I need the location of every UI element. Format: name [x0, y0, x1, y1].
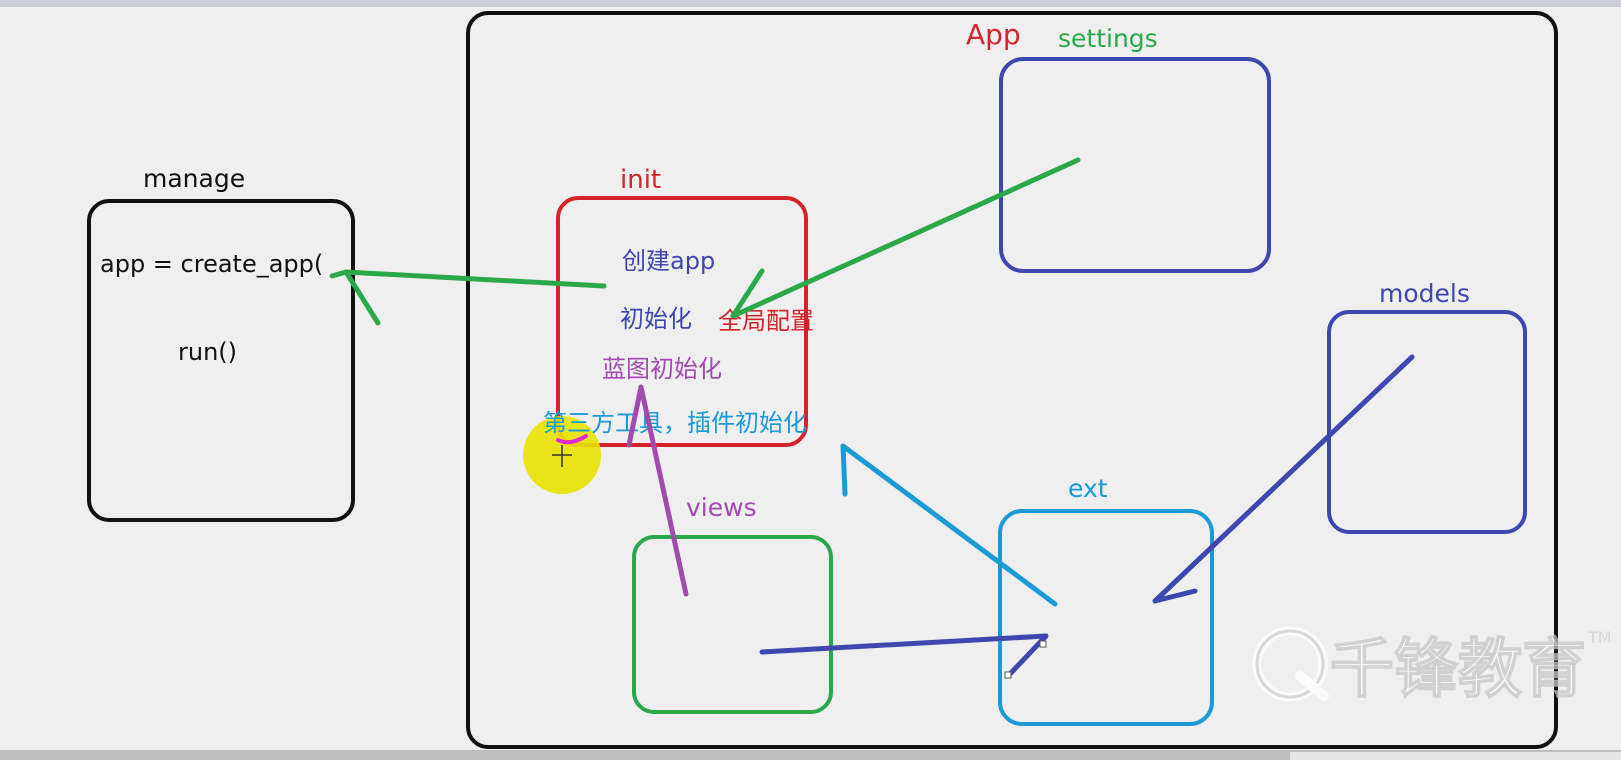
views-label: views — [686, 493, 757, 522]
views-box — [632, 535, 833, 714]
arrow-init-to-manage-head — [329, 269, 349, 279]
arrow-models-to-ext — [1152, 354, 1415, 604]
init-global-config-text: 全局配置 — [718, 307, 814, 335]
manage-create-app-line: app = create_app( — [100, 250, 323, 278]
init-third-party-text: 第三方工具，插件初始化 — [543, 409, 807, 437]
watermark-text: 千锋教育 — [1330, 633, 1586, 707]
diagram-canvas: App settings manage app = create_app( ru… — [87, 11, 1612, 749]
watermark-logo-icon — [1252, 626, 1329, 702]
arrow-init-to-manage — [343, 269, 607, 326]
manage-label: manage — [143, 164, 245, 193]
ext-box — [998, 509, 1214, 726]
selection-handle — [1004, 671, 1012, 679]
arrow-ext-to-views — [759, 633, 1049, 678]
manage-run-line: run() — [178, 338, 237, 366]
arrow-ext-to-third-party — [840, 443, 1058, 607]
models-label: models — [1379, 279, 1470, 308]
selection-handle — [1039, 640, 1047, 648]
init-blueprint-text: 蓝图初始化 — [602, 355, 722, 383]
init-label: init — [620, 165, 661, 195]
watermark: 千锋教育 TM — [1252, 626, 1612, 708]
settings-box — [999, 57, 1271, 273]
init-initialize-text: 初始化 — [620, 305, 692, 333]
bottom-edge-bar-right — [1290, 752, 1621, 760]
arrow-settings-to-init — [730, 157, 1081, 319]
init-create-app-text: 创建app — [622, 247, 715, 275]
watermark-tm: TM — [1587, 628, 1612, 647]
app-title: App — [966, 18, 1021, 51]
ext-label: ext — [1068, 474, 1108, 503]
models-box — [1327, 310, 1527, 534]
settings-label: settings — [1058, 24, 1158, 53]
